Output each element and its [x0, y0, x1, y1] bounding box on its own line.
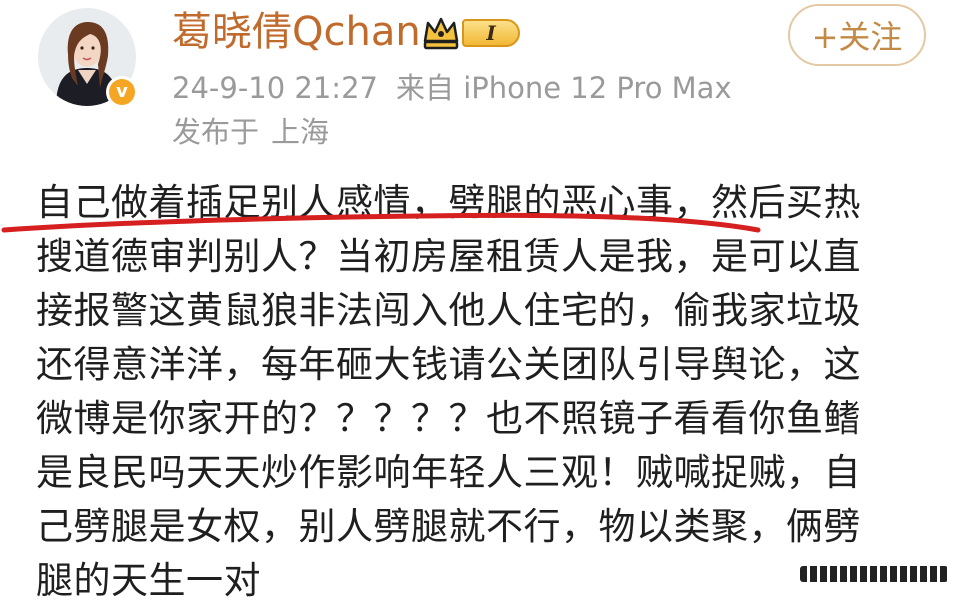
username[interactable]: 葛晓倩Qchan	[172, 6, 421, 58]
avatar[interactable]: v	[38, 8, 138, 108]
watermark-logo	[800, 566, 948, 582]
location-name: 上海	[271, 115, 330, 149]
crown-icon	[423, 17, 459, 50]
post-line: 腿的天生一对	[36, 559, 261, 602]
post-line: 微博是你家开的？？？？？也不照镜子看看你鱼鳍	[36, 397, 861, 440]
post-line: 是良民吗天天炒作影响年轻人三观！贼喊捉贼，自	[36, 451, 861, 494]
post-location: 发布于 上海	[172, 110, 329, 154]
vip-level-badge[interactable]: I	[422, 14, 520, 52]
post-meta: 24-9-10 21:27 来自 iPhone 12 Pro Max	[172, 66, 732, 110]
follow-button[interactable]: +关注	[788, 4, 926, 66]
verified-badge-icon: v	[106, 76, 138, 108]
post-source: 来自 iPhone 12 Pro Max	[395, 71, 732, 105]
post-body: 自己做着插足别人感情，劈腿的恶心事，然后买热 搜道德审判别人？当初房屋租赁人是我…	[36, 176, 916, 608]
watermark	[800, 562, 950, 586]
red-underline-annotation	[1, 212, 761, 233]
post-timestamp: 24-9-10 21:27	[172, 71, 378, 105]
location-prefix: 发布于	[172, 115, 260, 149]
post-line: 接报警这黄鼠狼非法闯入他人住宅的，偷我家垃圾	[36, 289, 861, 332]
post-line: 己劈腿是女权，别人劈腿就不行，物以类聚，俩劈	[36, 505, 861, 548]
post-line: 还得意洋洋，每年砸大钱请公关团队引导舆论，这	[36, 343, 861, 386]
level-label: I	[462, 19, 520, 47]
